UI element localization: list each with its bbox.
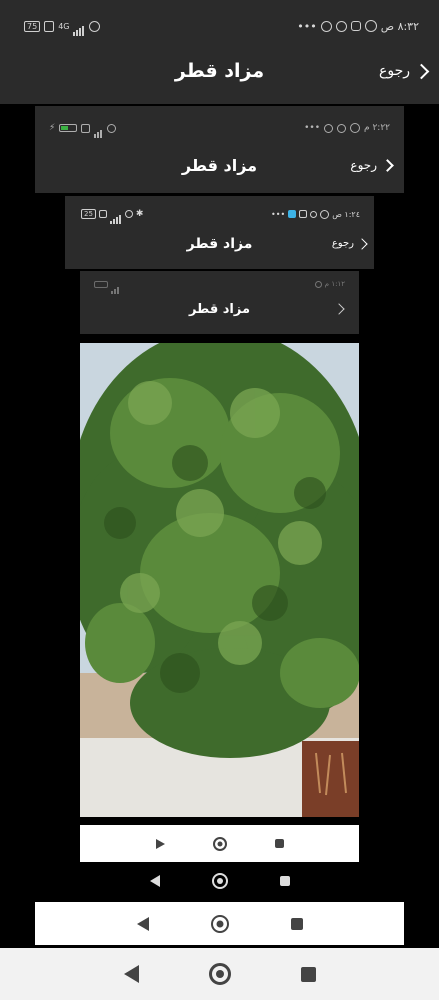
nested-1-back-button: رجوع bbox=[350, 158, 394, 172]
sync-icon bbox=[324, 123, 334, 133]
alarm-icon bbox=[350, 123, 361, 133]
alarm-icon bbox=[320, 209, 330, 219]
page-title: مزاد قطر bbox=[174, 60, 265, 82]
nested-2-status-left: 25 ✱ bbox=[81, 205, 143, 224]
chevron-right-icon bbox=[356, 237, 368, 250]
app-header: 75 4G ••• ٨:٣٢ ص مزاد قطر رجوع bbox=[0, 0, 439, 104]
recents-square-icon bbox=[290, 917, 303, 930]
instagram-icon bbox=[299, 210, 308, 218]
more-dots-icon: ••• bbox=[297, 19, 317, 33]
nested-3-back-button bbox=[333, 303, 345, 315]
tree-photo bbox=[80, 343, 359, 817]
alarm-icon bbox=[314, 280, 322, 288]
home-button-icon[interactable] bbox=[208, 963, 231, 985]
signal-icon bbox=[109, 205, 122, 224]
nested-2-title: مزاد قطر bbox=[186, 236, 253, 252]
nested-1-header-row: مزاد قطر رجوع bbox=[35, 156, 404, 180]
nested-3-status-right: ١:١٢ م bbox=[314, 280, 345, 288]
nested-2-back-label: رجوع bbox=[331, 238, 354, 249]
sim-icon bbox=[81, 123, 91, 133]
nested-nav-bar-2 bbox=[80, 864, 359, 898]
battery-icon bbox=[59, 124, 78, 132]
more-dots-icon: ••• bbox=[304, 123, 321, 133]
nested-1-status-right: ••• ٢:٢٢ م bbox=[304, 123, 390, 133]
bluetooth-icon: ✱ bbox=[135, 209, 144, 219]
nested-2-status-bar: 25 ✱ ••• ١:٢٤ ص bbox=[81, 205, 360, 224]
status-time: ٨:٣٢ ص bbox=[380, 19, 419, 33]
nested-nav-bar-1 bbox=[80, 825, 359, 862]
app-icon bbox=[288, 210, 297, 218]
sync-icon bbox=[320, 20, 332, 32]
nested-1-title: مزاد قطر bbox=[181, 156, 258, 175]
back-triangle-icon bbox=[155, 838, 165, 849]
back-button-icon[interactable] bbox=[123, 965, 139, 983]
nested-3-time: ١:١٢ م bbox=[324, 280, 345, 288]
charging-icon: ⚡ bbox=[49, 123, 56, 133]
hotspot-icon bbox=[124, 210, 133, 218]
chat-icon bbox=[350, 21, 361, 31]
more-dots-icon: ••• bbox=[271, 209, 286, 219]
battery-icon bbox=[94, 280, 108, 288]
recents-square-icon bbox=[274, 839, 284, 848]
nested-2-back-button: رجوع bbox=[331, 237, 368, 250]
nested-3-title: مزاد قطر bbox=[188, 302, 251, 317]
system-nav-bar bbox=[0, 948, 439, 1000]
status-left: 75 4G bbox=[24, 17, 101, 36]
battery-icon: 25 bbox=[81, 209, 96, 219]
nested-screenshot-3-header: ١:١٢ م مزاد قطر bbox=[80, 271, 359, 334]
chevron-right-icon bbox=[333, 303, 345, 315]
sim-icon bbox=[98, 210, 107, 218]
home-circle-icon bbox=[210, 914, 229, 933]
chevron-right-icon bbox=[413, 63, 430, 79]
chevron-right-icon bbox=[381, 158, 394, 172]
nested-1-back-label: رجوع bbox=[350, 158, 377, 172]
nested-2-time: ١:٢٤ ص bbox=[332, 209, 360, 219]
header-row: مزاد قطر رجوع bbox=[0, 58, 439, 88]
home-circle-icon bbox=[212, 836, 227, 851]
recents-square-icon bbox=[279, 876, 290, 886]
hotspot-icon bbox=[89, 20, 101, 32]
network-type: 4G bbox=[58, 21, 70, 31]
back-triangle-icon bbox=[149, 875, 160, 887]
nested-screenshot-2-header: 25 ✱ ••• ١:٢٤ ص مزاد قطر رجوع bbox=[65, 196, 374, 269]
nested-3-status-bar: ١:١٢ م bbox=[94, 278, 345, 294]
sim-icon bbox=[44, 20, 55, 32]
home-circle-icon bbox=[211, 873, 228, 889]
whatsapp-icon bbox=[335, 20, 347, 32]
signal-icon bbox=[94, 119, 103, 138]
nested-1-status-left: ⚡ bbox=[49, 119, 117, 138]
chat-icon bbox=[337, 123, 347, 133]
recents-button-icon[interactable] bbox=[300, 966, 316, 982]
battery-icon: 75 bbox=[24, 20, 41, 32]
status-right: ••• ٨:٣٢ ص bbox=[297, 20, 419, 33]
nested-2-header-row: مزاد قطر رجوع bbox=[65, 236, 374, 258]
back-label: رجوع bbox=[378, 63, 410, 79]
chat-icon bbox=[310, 210, 318, 218]
signal-icon bbox=[111, 275, 120, 294]
status-bar: 75 4G ••• ٨:٣٢ ص bbox=[24, 16, 419, 36]
nested-screenshot-1-header: ⚡ ••• ٢:٢٢ م مزاد قطر رجوع bbox=[35, 106, 404, 193]
back-button[interactable]: رجوع bbox=[378, 63, 430, 79]
hotspot-icon bbox=[107, 123, 117, 133]
nested-2-status-right: ••• ١:٢٤ ص bbox=[271, 209, 360, 219]
nested-nav-bar-3 bbox=[35, 902, 404, 945]
back-triangle-icon bbox=[136, 916, 149, 931]
nested-3-status-left bbox=[94, 275, 120, 294]
nested-1-time: ٢:٢٢ م bbox=[364, 123, 390, 133]
alarm-icon bbox=[364, 20, 377, 32]
nested-3-header-row: مزاد قطر bbox=[80, 302, 359, 324]
signal-icon bbox=[73, 17, 85, 36]
nested-1-status-bar: ⚡ ••• ٢:٢٢ م bbox=[49, 119, 390, 138]
tree-image bbox=[80, 343, 359, 817]
